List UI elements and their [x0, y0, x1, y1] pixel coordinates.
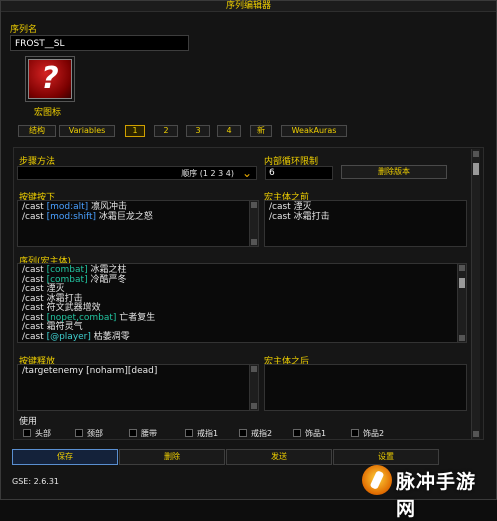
code-token: 枯萎凋零 [90, 331, 130, 342]
sequence-editor-window: 序列编辑器 序列名 FROST__SL ? 宏图标 结构 Variables 1… [0, 0, 497, 520]
scroll-down-icon[interactable] [251, 239, 257, 245]
scrollbar-thumb[interactable] [459, 278, 465, 288]
inner-loop-input[interactable]: 6 [265, 166, 333, 180]
sequence-code-line: /cast [@player] 枯萎凋零 [22, 331, 462, 343]
panel-scrollbar[interactable] [471, 149, 480, 439]
use-label-neck: 颈部 [87, 429, 103, 438]
code-token: [mod:alt] [46, 202, 89, 212]
code-token: /cast [22, 211, 47, 222]
code-token: 凛风冲击 [88, 202, 128, 212]
code-token: [combat] [46, 274, 88, 285]
use-label-trinket1: 饰品1 [305, 429, 327, 438]
tab-version-2[interactable]: 2 [154, 125, 178, 137]
step-function-dropdown[interactable]: 顺序 (1 2 3 4) ⌄ [17, 166, 257, 180]
code-token: /cast 霜符灵气 [22, 322, 83, 332]
code-token: /cast 冰霜打击 [269, 211, 330, 222]
tab-variables[interactable]: Variables [59, 125, 115, 137]
use-label: 使用 [19, 417, 38, 427]
version-status: GSE: 2.6.31 [12, 477, 60, 486]
chevron-down-icon: ⌄ [241, 166, 252, 180]
code-token: /cast 湮灭 [22, 284, 65, 294]
keyrelease-scrollbar[interactable] [249, 365, 258, 410]
use-label-head: 头部 [35, 429, 51, 438]
scroll-down-icon[interactable] [473, 431, 479, 437]
keypress-scrollbar[interactable] [249, 201, 258, 246]
sequence-code-line: /cast 湮灭 [22, 284, 462, 295]
macro-icon-button[interactable]: ? [25, 56, 75, 102]
title-bar[interactable]: 序列编辑器 [1, 1, 496, 12]
tab-new[interactable]: 新 [250, 125, 272, 137]
code-token: /targetenemy [22, 366, 87, 376]
use-checkbox-belt[interactable] [129, 429, 137, 437]
delete-version-button[interactable]: 删除版本 [341, 165, 447, 179]
code-token: [combat] [46, 265, 88, 275]
watermark: 脉冲手游网 [362, 459, 494, 520]
delete-button[interactable]: 删除 [119, 449, 225, 465]
code-token: 冰霜巨龙之怒 [96, 211, 153, 222]
sequence-scrollbar[interactable] [457, 264, 466, 342]
premacro-code-line: /cast 冰霜打击 [269, 211, 462, 223]
code-token: /cast [22, 265, 47, 275]
code-token: /cast 符文武器增效 [22, 303, 101, 313]
sequence-name-input[interactable]: FROST__SL [10, 35, 189, 51]
code-token: [noharm][dead] [86, 366, 158, 376]
watermark-logo-icon [362, 465, 392, 495]
code-token: /cast [22, 312, 47, 323]
sequence-name-label: 序列名 [10, 25, 38, 35]
code-token: 亡者复生 [116, 312, 156, 323]
step-function-value: 顺序 (1 2 3 4) [181, 169, 234, 178]
keypress-code-line: /cast [mod:shift] 冰霜巨龙之怒 [22, 211, 254, 223]
use-label-trinket2: 饰品2 [363, 429, 385, 438]
premacro-editor[interactable]: /cast 湮灭/cast 冰霜打击 [264, 200, 467, 247]
use-checkbox-ring2[interactable] [239, 429, 247, 437]
save-button[interactable]: 保存 [12, 449, 118, 465]
tab-structure[interactable]: 结构 [18, 125, 56, 137]
tab-weakauras[interactable]: WeakAuras [281, 125, 347, 137]
use-checkbox-trinket2[interactable] [351, 429, 359, 437]
use-checkbox-neck[interactable] [75, 429, 83, 437]
code-token: /cast 冰霜打击 [22, 293, 83, 304]
keyrelease-code-line: /targetenemy [noharm][dead] [22, 366, 254, 377]
code-token: [nopet,combat] [46, 312, 117, 323]
code-token: [@player] [46, 331, 91, 342]
scroll-up-icon[interactable] [473, 151, 479, 157]
use-label-ring2: 戒指2 [251, 429, 273, 438]
code-token: [mod:shift] [46, 211, 97, 222]
use-checkbox-head[interactable] [23, 429, 31, 437]
window-title: 序列编辑器 [225, 1, 271, 11]
scrollbar-thumb[interactable] [473, 163, 479, 175]
scroll-up-icon[interactable] [459, 265, 465, 271]
use-checkbox-trinket1[interactable] [293, 429, 301, 437]
question-mark-icon: ? [28, 59, 72, 99]
code-token: 冰霜之柱 [87, 265, 127, 275]
scroll-down-icon[interactable] [251, 403, 257, 409]
code-token: /cast [22, 274, 47, 285]
code-token: /cast [22, 331, 47, 342]
scroll-up-icon[interactable] [251, 202, 257, 208]
sequence-code-line: /cast [combat] 冷酷严冬 [22, 274, 462, 286]
use-label-ring1: 戒指1 [197, 429, 219, 438]
postmacro-editor[interactable] [264, 364, 467, 411]
scroll-up-icon[interactable] [251, 366, 257, 372]
watermark-text: 脉冲手游网 [396, 471, 477, 520]
use-checkbox-ring1[interactable] [185, 429, 193, 437]
code-token: 冷酷严冬 [87, 274, 127, 285]
tab-version-1[interactable]: 1 [125, 125, 145, 137]
use-label-belt: 腰带 [141, 429, 157, 438]
tab-version-3[interactable]: 3 [186, 125, 210, 137]
code-token: /cast 湮灭 [269, 202, 312, 212]
send-button[interactable]: 发送 [226, 449, 332, 465]
scroll-down-icon[interactable] [459, 335, 465, 341]
macro-icon-label: 宏图标 [34, 108, 62, 118]
code-token: /cast [22, 202, 47, 212]
keyrelease-editor[interactable]: /targetenemy [noharm][dead] [17, 364, 259, 411]
sequence-editor[interactable]: /cast [combat] 冰霜之柱/cast [combat] 冷酷严冬/c… [17, 263, 467, 343]
keypress-editor[interactable]: /cast [mod:alt] 凛风冲击/cast [mod:shift] 冰霜… [17, 200, 259, 247]
sequence-code-line: /cast [nopet,combat] 亡者复生 [22, 312, 462, 324]
tab-version-4[interactable]: 4 [217, 125, 241, 137]
